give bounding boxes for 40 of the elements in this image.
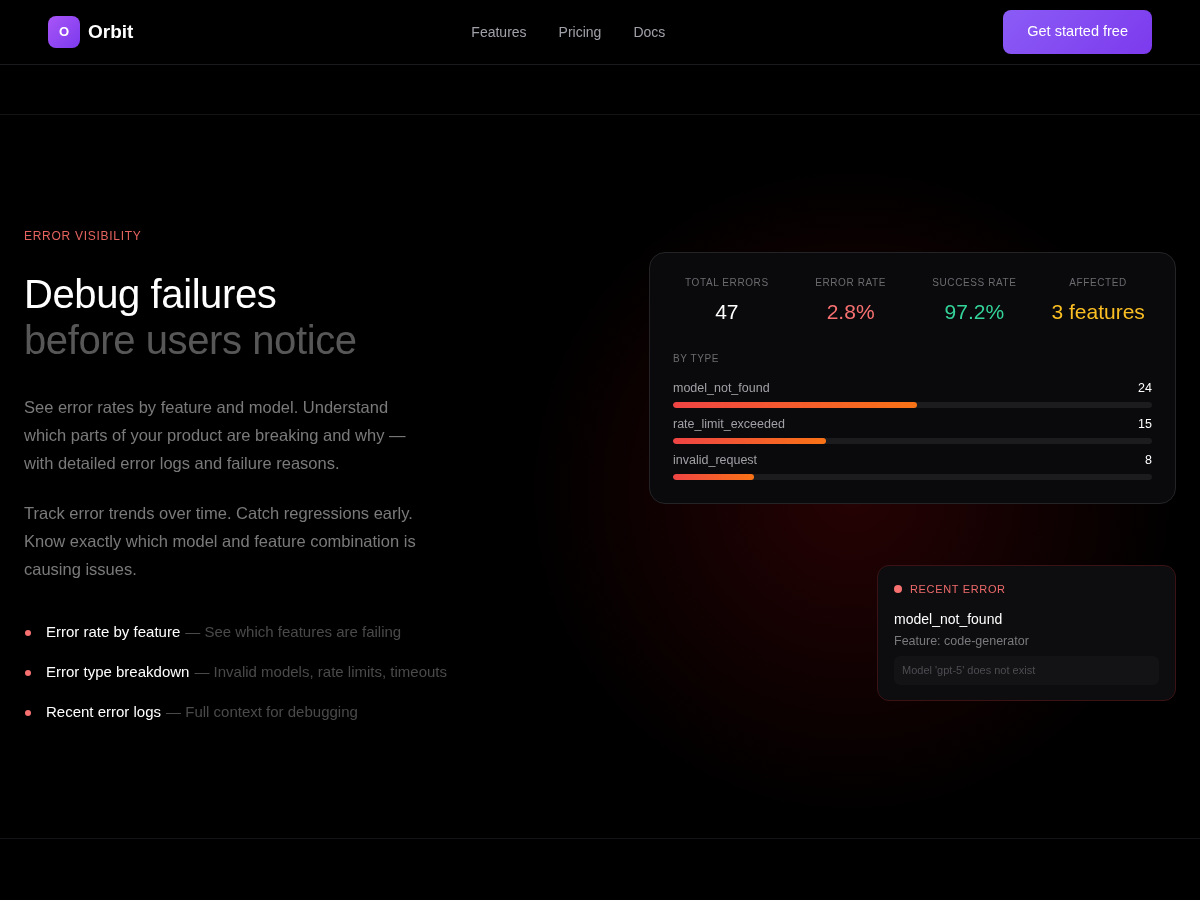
error-type-name: invalid_request	[673, 452, 758, 468]
error-count: 8	[1145, 452, 1152, 468]
hero-paragraph: See error rates by feature and model. Understand which parts of your product are breaking and why — with detailed error logs and failure reasons.	[24, 396, 407, 474]
stat-label: AFFECTED	[1068, 276, 1128, 290]
hero-paragraph: Track error trends over time. Catch regressions early. Know exactly which model and feature combination is causing issues.	[24, 502, 417, 580]
stat-value: 3 features	[1050, 299, 1146, 325]
stat-value: 97.2%	[943, 299, 1006, 325]
nav-link[interactable]: Docs	[633, 21, 666, 43]
hero-title: Debug failures	[24, 270, 278, 317]
stat-value: 2.8%	[825, 299, 876, 325]
bullet-icon	[25, 629, 31, 636]
feature-description: — See which features are failing	[185, 622, 402, 643]
error-type-name: model_not_found	[673, 380, 770, 396]
feature-title: Error rate by feature	[46, 622, 181, 643]
error-type-name: rate_limit_exceeded	[673, 416, 785, 432]
get-started-button[interactable]: Get started free	[1003, 10, 1152, 54]
error-count: 24	[1138, 380, 1152, 396]
stat-label: SUCCESS RATE	[931, 276, 1018, 290]
error-name: model_not_found	[894, 610, 1004, 629]
bullet-icon	[25, 709, 31, 716]
nav-link[interactable]: Pricing	[558, 21, 602, 43]
stat-label: TOTAL ERRORS	[684, 276, 770, 290]
stat-value: 47	[714, 299, 740, 325]
feature-title: Error type breakdown	[46, 662, 190, 683]
status-dot-icon	[894, 585, 902, 593]
logo-tile: O	[48, 16, 80, 48]
recent-error-label: RECENT ERROR	[910, 582, 1006, 597]
bullet-icon	[25, 669, 31, 676]
section-label: BY TYPE	[673, 352, 721, 366]
nav-link[interactable]: Features	[471, 21, 527, 43]
feature-description: — Invalid models, rate limits, timeouts	[194, 662, 447, 683]
feature-description: — Full context for debugging	[166, 702, 358, 723]
error-message: Model 'gpt-5' does not exist	[894, 656, 1159, 685]
eyebrow-label: ERROR VISIBILITY	[24, 228, 143, 243]
hero-subtitle: before users notice	[24, 316, 358, 363]
error-feature: Feature: code-generator	[894, 633, 1030, 650]
feature-title: Recent error logs	[46, 702, 162, 723]
stat-label: ERROR RATE	[814, 276, 888, 290]
error-count: 15	[1138, 416, 1152, 432]
brand-name: Orbit	[88, 19, 134, 44]
